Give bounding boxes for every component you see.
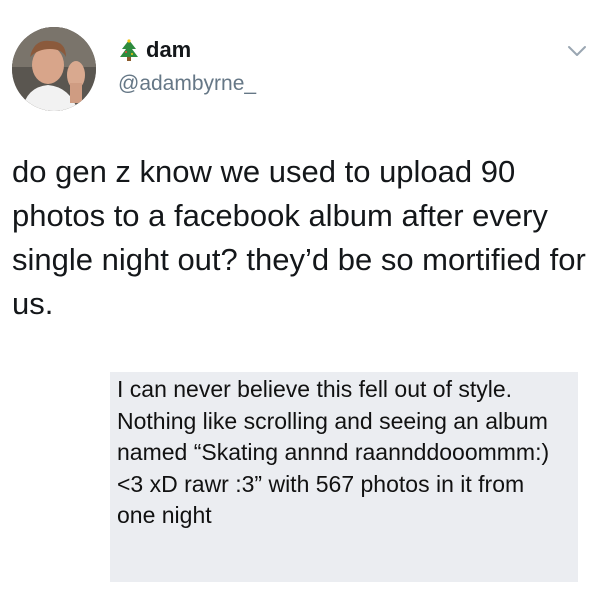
avatar[interactable] xyxy=(12,27,96,111)
avatar-photo xyxy=(12,27,96,111)
author-name-row: dam xyxy=(118,38,191,62)
reply-text: I can never believe this fell out of sty… xyxy=(117,376,550,528)
author-display-name[interactable]: dam xyxy=(146,38,191,62)
reply-comment-box: I can never believe this fell out of sty… xyxy=(110,372,578,582)
christmas-tree-icon xyxy=(120,39,138,61)
chevron-down-icon[interactable] xyxy=(566,44,588,58)
tweet-card: dam @adambyrne_ do gen z know we used to… xyxy=(0,0,600,360)
tweet-text: do gen z know we used to upload 90 photo… xyxy=(12,154,586,321)
author-handle[interactable]: @adambyrne_ xyxy=(118,72,256,96)
